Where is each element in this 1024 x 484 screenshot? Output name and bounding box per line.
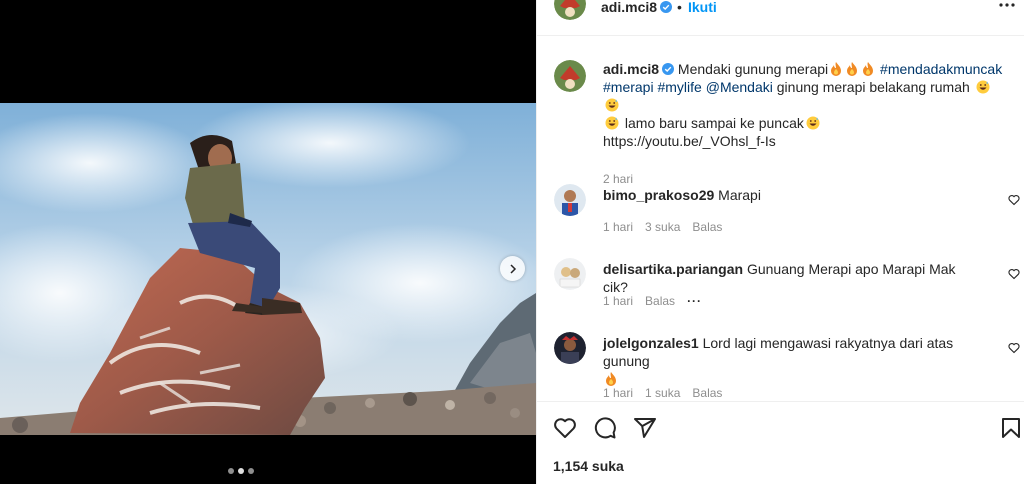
- youtube-link[interactable]: https://youtu.be/_VOhsl_f-Is: [603, 133, 776, 149]
- caption-username[interactable]: adi.mci8: [603, 61, 659, 77]
- comment-username[interactable]: jolelgonzales1: [603, 335, 699, 351]
- mention-link[interactable]: @Mendaki: [706, 79, 773, 95]
- heart-icon[interactable]: [1008, 342, 1020, 354]
- reply-button[interactable]: Balas: [692, 220, 722, 234]
- comment-username[interactable]: bimo_prakoso29: [603, 187, 714, 203]
- reply-button[interactable]: Balas: [645, 294, 675, 308]
- author-avatar[interactable]: [554, 0, 586, 20]
- post-actions: 1,154 suka: [537, 401, 1024, 484]
- like-heart-icon[interactable]: [553, 416, 577, 440]
- verified-icon: [662, 63, 675, 75]
- hashtag-link[interactable]: #merapi: [603, 79, 654, 95]
- comment-meta: 1 hari Balas ···: [603, 294, 702, 308]
- comment-avatar[interactable]: [554, 258, 586, 290]
- fire-emoji: [847, 62, 858, 76]
- likes-count[interactable]: 1,154 suka: [553, 458, 624, 474]
- heart-icon[interactable]: [1008, 268, 1020, 280]
- grinning-sweat-emoji: [605, 98, 619, 112]
- reply-button[interactable]: Balas: [692, 386, 722, 400]
- comment-text: delisartika.pariangan Gunuang Merapi apo…: [603, 260, 983, 296]
- comment-time[interactable]: 1 hari: [603, 294, 633, 308]
- caption-text: adi.mci8 Mendaki gunung merapi #mendadak…: [603, 60, 1013, 150]
- post-panel: adi.mci8 • Ikuti adi.mci8 Mendaki gunung…: [536, 0, 1024, 484]
- follow-button[interactable]: Ikuti: [688, 0, 717, 14]
- comment-text: bimo_prakoso29 Marapi: [603, 186, 983, 204]
- comment-meta: 1 hari 3 suka Balas: [603, 220, 722, 234]
- comment-time[interactable]: 1 hari: [603, 220, 633, 234]
- post-media: [0, 0, 536, 484]
- fire-emoji: [831, 62, 842, 76]
- caption-line-1: Mendaki gunung merapi: [677, 61, 829, 77]
- comment-username[interactable]: delisartika.pariangan: [603, 261, 743, 277]
- carousel-dot-active: [238, 468, 244, 474]
- heart-icon[interactable]: [1008, 194, 1020, 206]
- comment-likes[interactable]: 1 suka: [645, 386, 680, 400]
- comment-icon[interactable]: [593, 416, 617, 440]
- chevron-right-icon: [509, 263, 516, 274]
- grinning-sweat-emoji: [806, 116, 820, 130]
- fire-emoji: [863, 62, 874, 76]
- comment-time[interactable]: 1 hari: [603, 386, 633, 400]
- caption-line-3: lamo baru sampai ke puncak: [624, 115, 804, 131]
- verified-icon: [660, 1, 673, 13]
- separator-dot: •: [677, 0, 682, 15]
- comment-text: jolelgonzales1 Lord lagi mengawasi rakya…: [603, 334, 983, 388]
- comment-avatar[interactable]: [554, 332, 586, 364]
- grinning-sweat-emoji: [605, 116, 619, 130]
- comment-item: jolelgonzales1 Lord lagi mengawasi rakya…: [554, 332, 1024, 400]
- hashtag-link[interactable]: #mylife: [657, 79, 701, 95]
- comments-list[interactable]: adi.mci8 Mendaki gunung merapi #mendadak…: [537, 36, 1024, 400]
- carousel-dot: [228, 468, 234, 474]
- share-icon[interactable]: [633, 416, 657, 440]
- comment-meta: 1 hari 1 suka Balas: [603, 386, 722, 400]
- carousel-next-button[interactable]: [500, 256, 525, 281]
- comment-likes[interactable]: 3 suka: [645, 220, 680, 234]
- carousel-indicator: [228, 468, 254, 474]
- caption-avatar[interactable]: [554, 60, 586, 92]
- hashtag-link[interactable]: #mendadakmuncak: [880, 61, 1002, 77]
- author-username[interactable]: adi.mci8: [601, 0, 673, 14]
- carousel-dot: [248, 468, 254, 474]
- grinning-sweat-emoji: [976, 80, 990, 94]
- comment-options-button[interactable]: ···: [687, 294, 702, 308]
- comment-item: delisartika.pariangan Gunuang Merapi apo…: [554, 258, 1024, 318]
- caption-line-2: ginung merapi belakang rumah: [776, 79, 970, 95]
- comment-avatar[interactable]: [554, 184, 586, 216]
- post-header: adi.mci8 • Ikuti: [537, 0, 1024, 36]
- more-options-icon[interactable]: [997, 0, 1017, 13]
- bookmark-icon[interactable]: [999, 416, 1023, 440]
- post-photo[interactable]: [0, 103, 536, 435]
- fire-emoji: [606, 372, 616, 386]
- comment-item: bimo_prakoso29 Marapi 1 hari 3 suka Bala…: [554, 184, 1024, 244]
- comment-body: Marapi: [718, 187, 761, 203]
